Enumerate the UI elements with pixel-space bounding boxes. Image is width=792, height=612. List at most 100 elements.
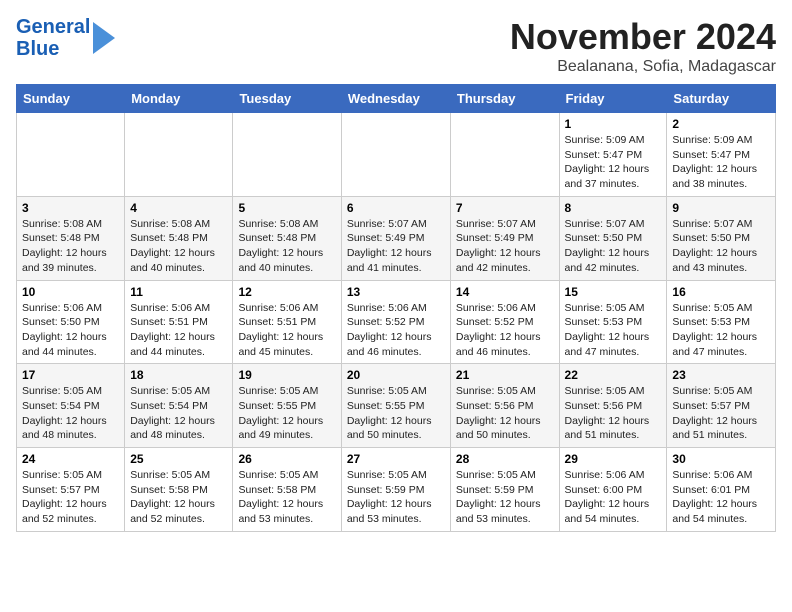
calendar-body: 1Sunrise: 5:09 AM Sunset: 5:47 PM Daylig… [17,113,776,532]
day-info: Sunrise: 5:05 AM Sunset: 5:54 PM Dayligh… [22,384,119,443]
logo: General Blue [16,16,115,60]
calendar-week-row: 10 Sunrise: 5:06 AM Sunset: 5:50 PM Dayli… [17,280,776,364]
day-number: 27 [347,452,445,466]
day-number: 29 [565,452,662,466]
calendar-day-cell: 29 Sunrise: 5:06 AM Sunset: 6:00 PM Dayli… [559,448,667,532]
calendar-week-row: 3 Sunrise: 5:08 AM Sunset: 5:48 PM Daylig… [17,196,776,280]
day-number: 10 [22,285,119,299]
day-info: Sunrise: 5:07 AM Sunset: 5:50 PM Dayligh… [672,217,770,276]
day-number: 26 [238,452,335,466]
calendar-day-cell: 27Sunrise: 5:05 AM Sunset: 5:59 PM Dayli… [341,448,450,532]
day-number: 2 [672,117,770,131]
day-number: 25 [130,452,227,466]
calendar-day-cell: 11 Sunrise: 5:06 AM Sunset: 5:51 PM Dayli… [125,280,233,364]
day-info: Sunrise: 5:06 AM Sunset: 5:50 PM Dayligh… [22,301,119,360]
day-number: 6 [347,201,445,215]
weekday-header-cell: Wednesday [341,85,450,113]
day-info: Sunrise: 5:07 AM Sunset: 5:50 PM Dayligh… [565,217,662,276]
calendar-day-cell: 23 Sunrise: 5:05 AM Sunset: 5:57 PM Dayli… [667,364,776,448]
calendar-day-cell: 2 Sunrise: 5:09 AM Sunset: 5:47 PM Daylig… [667,113,776,197]
day-info: Sunrise: 5:05 AM Sunset: 5:54 PM Dayligh… [130,384,227,443]
day-info: Sunrise: 5:09 AM Sunset: 5:47 PM Dayligh… [565,133,662,192]
weekday-header-cell: Monday [125,85,233,113]
day-number: 22 [565,368,662,382]
day-info: Sunrise: 5:05 AM Sunset: 5:55 PM Dayligh… [347,384,445,443]
calendar-day-cell: 15Sunrise: 5:05 AM Sunset: 5:53 PM Dayli… [559,280,667,364]
logo-arrow-icon [93,22,115,54]
weekday-header-cell: Saturday [667,85,776,113]
calendar-day-cell: 4Sunrise: 5:08 AM Sunset: 5:48 PM Daylig… [125,196,233,280]
day-number: 3 [22,201,119,215]
calendar-day-cell: 10 Sunrise: 5:06 AM Sunset: 5:50 PM Dayli… [17,280,125,364]
logo-line2: Blue [16,38,90,60]
calendar-day-cell: 17 Sunrise: 5:05 AM Sunset: 5:54 PM Dayli… [17,364,125,448]
day-number: 15 [565,285,662,299]
day-number: 21 [456,368,554,382]
day-info: Sunrise: 5:08 AM Sunset: 5:48 PM Dayligh… [238,217,335,276]
title-block: November 2024 Bealanana, Sofia, Madagasc… [510,16,776,76]
day-info: Sunrise: 5:05 AM Sunset: 5:55 PM Dayligh… [238,384,335,443]
day-number: 13 [347,285,445,299]
day-number: 11 [130,285,227,299]
day-info: Sunrise: 5:06 AM Sunset: 5:51 PM Dayligh… [238,301,335,360]
calendar-day-cell: 13 Sunrise: 5:06 AM Sunset: 5:52 PM Dayli… [341,280,450,364]
location: Bealanana, Sofia, Madagascar [510,58,776,76]
day-info: Sunrise: 5:07 AM Sunset: 5:49 PM Dayligh… [456,217,554,276]
day-number: 19 [238,368,335,382]
day-number: 17 [22,368,119,382]
calendar-day-cell [341,113,450,197]
calendar-day-cell: 12 Sunrise: 5:06 AM Sunset: 5:51 PM Dayli… [233,280,341,364]
weekday-header-cell: Friday [559,85,667,113]
day-info: Sunrise: 5:09 AM Sunset: 5:47 PM Dayligh… [672,133,770,192]
calendar-day-cell: 5Sunrise: 5:08 AM Sunset: 5:48 PM Daylig… [233,196,341,280]
calendar-day-cell: 25Sunrise: 5:05 AM Sunset: 5:58 PM Dayli… [125,448,233,532]
calendar-day-cell [450,113,559,197]
day-number: 16 [672,285,770,299]
calendar-day-cell: 21Sunrise: 5:05 AM Sunset: 5:56 PM Dayli… [450,364,559,448]
weekday-header-cell: Tuesday [233,85,341,113]
day-info: Sunrise: 5:06 AM Sunset: 5:52 PM Dayligh… [456,301,554,360]
calendar-day-cell: 30Sunrise: 5:06 AM Sunset: 6:01 PM Dayli… [667,448,776,532]
day-number: 14 [456,285,554,299]
day-number: 9 [672,201,770,215]
calendar-day-cell: 18 Sunrise: 5:05 AM Sunset: 5:54 PM Dayli… [125,364,233,448]
calendar-week-row: 1Sunrise: 5:09 AM Sunset: 5:47 PM Daylig… [17,113,776,197]
page-header: General Blue November 2024 Bealanana, So… [16,16,776,76]
calendar-week-row: 24Sunrise: 5:05 AM Sunset: 5:57 PM Dayli… [17,448,776,532]
day-info: Sunrise: 5:06 AM Sunset: 5:52 PM Dayligh… [347,301,445,360]
day-number: 23 [672,368,770,382]
day-number: 20 [347,368,445,382]
calendar-table: SundayMondayTuesdayWednesdayThursdayFrid… [16,84,776,532]
day-info: Sunrise: 5:08 AM Sunset: 5:48 PM Dayligh… [22,217,119,276]
calendar-day-cell: 9 Sunrise: 5:07 AM Sunset: 5:50 PM Daylig… [667,196,776,280]
day-number: 18 [130,368,227,382]
weekday-header-cell: Sunday [17,85,125,113]
weekday-header-cell: Thursday [450,85,559,113]
day-info: Sunrise: 5:05 AM Sunset: 5:57 PM Dayligh… [672,384,770,443]
calendar-day-cell: 16Sunrise: 5:05 AM Sunset: 5:53 PM Dayli… [667,280,776,364]
day-info: Sunrise: 5:05 AM Sunset: 5:59 PM Dayligh… [456,468,554,527]
day-number: 12 [238,285,335,299]
day-info: Sunrise: 5:06 AM Sunset: 6:00 PM Dayligh… [565,468,662,527]
calendar-day-cell [233,113,341,197]
calendar-day-cell: 7 Sunrise: 5:07 AM Sunset: 5:49 PM Daylig… [450,196,559,280]
day-number: 24 [22,452,119,466]
day-info: Sunrise: 5:06 AM Sunset: 6:01 PM Dayligh… [672,468,770,527]
calendar-day-cell [17,113,125,197]
day-info: Sunrise: 5:05 AM Sunset: 5:56 PM Dayligh… [565,384,662,443]
calendar-day-cell: 6Sunrise: 5:07 AM Sunset: 5:49 PM Daylig… [341,196,450,280]
weekday-header-row: SundayMondayTuesdayWednesdayThursdayFrid… [17,85,776,113]
day-number: 28 [456,452,554,466]
calendar-day-cell: 3 Sunrise: 5:08 AM Sunset: 5:48 PM Daylig… [17,196,125,280]
day-number: 7 [456,201,554,215]
logo-line1: General [16,16,90,38]
calendar-week-row: 17 Sunrise: 5:05 AM Sunset: 5:54 PM Dayli… [17,364,776,448]
calendar-day-cell: 24Sunrise: 5:05 AM Sunset: 5:57 PM Dayli… [17,448,125,532]
day-info: Sunrise: 5:06 AM Sunset: 5:51 PM Dayligh… [130,301,227,360]
calendar-day-cell: 28 Sunrise: 5:05 AM Sunset: 5:59 PM Dayli… [450,448,559,532]
day-number: 4 [130,201,227,215]
month-title: November 2024 [510,16,776,58]
calendar-day-cell [125,113,233,197]
calendar-day-cell: 1Sunrise: 5:09 AM Sunset: 5:47 PM Daylig… [559,113,667,197]
calendar-day-cell: 20 Sunrise: 5:05 AM Sunset: 5:55 PM Dayli… [341,364,450,448]
